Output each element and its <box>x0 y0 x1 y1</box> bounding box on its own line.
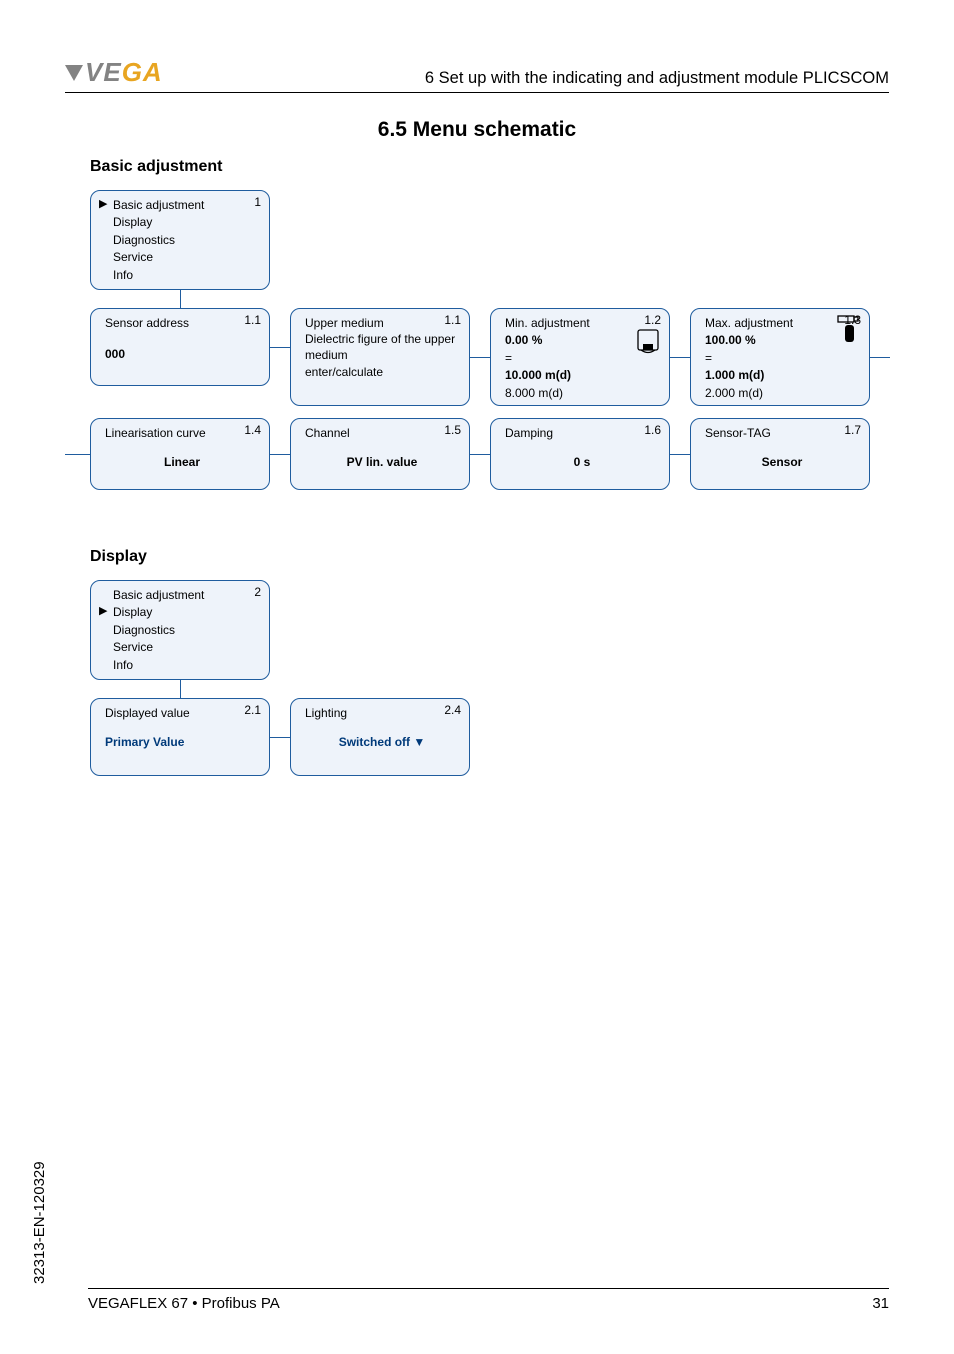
box-value: 10.000 m(d) <box>505 367 659 384</box>
box-value: Sensor <box>705 454 859 471</box>
connector <box>870 357 890 358</box>
connector <box>270 737 290 738</box>
menu-box-channel: 1.5 Channel PV lin. value <box>290 418 470 490</box>
menu-item: Basic adjustment <box>113 587 259 604</box>
box-eq: = <box>505 350 659 367</box>
connector <box>470 357 490 358</box>
box-value: 8.000 m(d) <box>505 385 659 402</box>
box-title: Sensor address <box>105 315 259 332</box>
box-title: Max. adjustment <box>705 315 859 332</box>
menu-box-max-adjustment: 1.3 Max. adjustment 100.00 % = 1.000 m(d… <box>690 308 870 406</box>
box-value: Switched off ▼ <box>305 734 459 751</box>
box-number: 2 <box>254 585 261 599</box>
document-code: 32313-EN-120329 <box>31 1161 48 1284</box>
box-number: 2.4 <box>444 703 461 717</box>
menu-box-lighting: 2.4 Lighting Switched off ▼ <box>290 698 470 776</box>
connector <box>180 290 181 308</box>
connector <box>270 454 290 455</box>
box-value: 0.00 % <box>505 332 659 349</box>
box-number: 2.1 <box>244 703 261 717</box>
page-number: 31 <box>872 1295 889 1312</box>
menu-box-upper-medium: 1.1 Upper medium Dielectric figure of th… <box>290 308 470 406</box>
selection-arrow-icon: ▶ <box>99 197 107 210</box>
menu-item: Display <box>113 214 259 231</box>
box-title: Min. adjustment <box>505 315 659 332</box>
menu-box-main-2: 2 ▶ Basic adjustment Display Diagnostics… <box>90 580 270 680</box>
tank-high-icon <box>837 315 859 343</box>
menu-item: Display <box>113 604 259 621</box>
section-title: 6.5 Menu schematic <box>0 118 954 142</box>
menu-list: Basic adjustment Display Diagnostics Ser… <box>91 191 269 292</box>
connector <box>270 347 290 348</box>
menu-item: Info <box>113 267 259 284</box>
box-value: Linear <box>105 454 259 471</box>
menu-item: Service <box>113 249 259 266</box>
logo-text: VEGA <box>85 57 163 88</box>
box-line: Dielectric figure of the upper medium <box>305 332 459 363</box>
box-number: 1 <box>254 195 261 209</box>
box-value: 2.000 m(d) <box>705 385 859 402</box>
box-number: 1.2 <box>644 313 661 327</box>
menu-item: Diagnostics <box>113 232 259 249</box>
box-title: Linearisation curve <box>105 425 259 442</box>
box-value: 0 s <box>505 454 659 471</box>
connector <box>65 454 90 455</box>
box-value: Primary Value <box>105 734 259 751</box>
box-title: Displayed value <box>105 705 259 722</box>
box-title: Damping <box>505 425 659 442</box>
tank-low-icon <box>637 329 659 357</box>
chapter-title: 6 Set up with the indicating and adjustm… <box>425 69 889 88</box>
box-line: Upper medium <box>305 315 459 332</box>
vega-logo: VEGA <box>65 57 163 88</box>
box-value: PV lin. value <box>305 454 459 471</box>
menu-box-min-adjustment: 1.2 Min. adjustment 0.00 % = 10.000 m(d)… <box>490 308 670 406</box>
menu-box-linearisation: 1.4 Linearisation curve Linear <box>90 418 270 490</box>
menu-box-sensor-tag: 1.7 Sensor-TAG Sensor <box>690 418 870 490</box>
page-header: VEGA 6 Set up with the indicating and ad… <box>65 57 889 93</box>
connector <box>180 680 181 698</box>
footer-left: VEGAFLEX 67 • Profibus PA <box>88 1295 280 1312</box>
connector <box>670 454 690 455</box>
menu-box-sensor-address: 1.1 Sensor address 000 <box>90 308 270 386</box>
menu-item: Service <box>113 639 259 656</box>
box-title: Sensor-TAG <box>705 425 859 442</box>
menu-box-main-1: 1 ▶ Basic adjustment Display Diagnostics… <box>90 190 270 290</box>
logo-triangle-icon <box>65 65 83 81</box>
box-number: 1.6 <box>644 423 661 437</box>
menu-box-displayed-value: 2.1 Displayed value Primary Value <box>90 698 270 776</box>
box-title: Channel <box>305 425 459 442</box>
selection-arrow-icon: ▶ <box>99 604 107 617</box>
box-value: 1.000 m(d) <box>705 367 859 384</box>
box-number: 1.5 <box>444 423 461 437</box>
heading-display: Display <box>90 548 147 566</box>
box-number: 1.4 <box>244 423 261 437</box>
menu-item: Info <box>113 657 259 674</box>
menu-item: Diagnostics <box>113 622 259 639</box>
box-number: 1.1 <box>244 313 261 327</box>
menu-item: Basic adjustment <box>113 197 259 214</box>
connector <box>670 357 690 358</box>
page-footer: VEGAFLEX 67 • Profibus PA 31 <box>88 1288 889 1312</box>
connector <box>470 454 490 455</box>
heading-basic-adjustment: Basic adjustment <box>90 158 222 176</box>
menu-list: Basic adjustment Display Diagnostics Ser… <box>91 581 269 682</box>
box-number: 1.1 <box>444 313 461 327</box>
box-line: enter/calculate <box>305 364 459 381</box>
box-value: 000 <box>105 346 259 363</box>
box-eq: = <box>705 350 859 367</box>
box-number: 1.7 <box>844 423 861 437</box>
box-value: 100.00 % <box>705 332 859 349</box>
box-title: Lighting <box>305 705 459 722</box>
menu-box-damping: 1.6 Damping 0 s <box>490 418 670 490</box>
